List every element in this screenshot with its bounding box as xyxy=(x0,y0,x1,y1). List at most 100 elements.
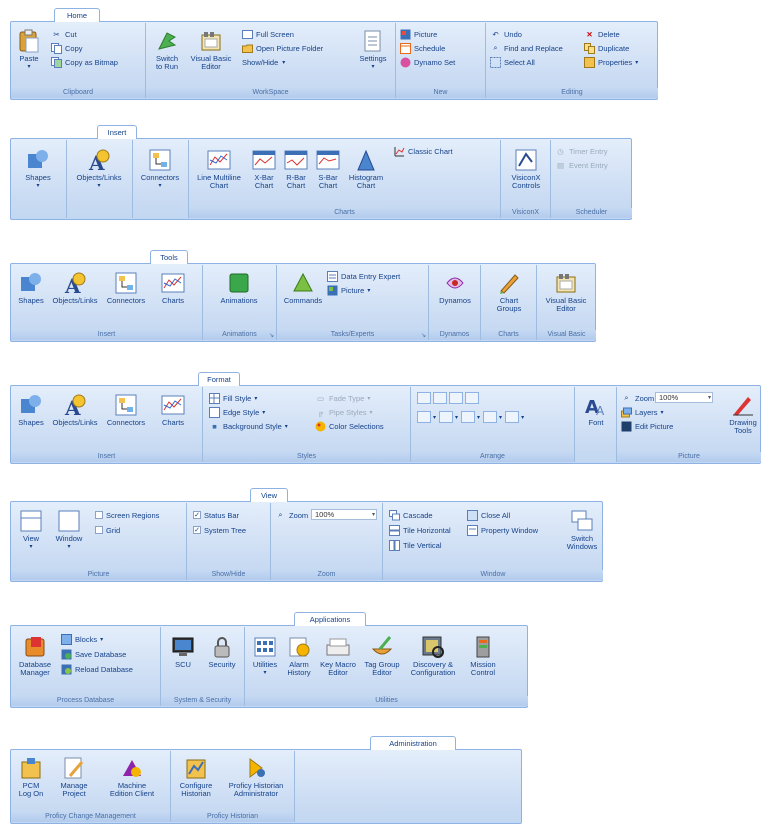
scu-button[interactable]: SCU xyxy=(167,635,199,669)
vb-editor-button[interactable]: Visual Basic Editor xyxy=(541,271,591,313)
blocks-button[interactable]: Blocks ▾ xyxy=(61,633,103,645)
new-schedule-button[interactable]: Schedule xyxy=(400,42,445,54)
objects-links-button[interactable]: A Objects/Links ▾ xyxy=(69,148,129,190)
event-entry-button[interactable]: ▤ Event Entry xyxy=(555,159,608,171)
xbar-chart-button[interactable]: X-Bar Chart xyxy=(249,148,279,190)
flip-icon[interactable] xyxy=(483,411,498,423)
tile-vertical-button[interactable]: Tile Vertical xyxy=(389,539,442,551)
tab-insert[interactable]: Insert xyxy=(97,125,137,139)
shapes-button[interactable]: Shapes xyxy=(13,271,49,305)
rbar-chart-button[interactable]: R-Bar Chart xyxy=(281,148,311,190)
layers-button[interactable]: Layers ▾ xyxy=(621,406,664,418)
proficy-historian-admin-button[interactable]: Proficy Historian Administrator xyxy=(221,756,291,798)
pipe-styles-button[interactable]: ╔ Pipe Styles ▾ xyxy=(315,406,373,418)
switch-to-run-button[interactable]: Switch to Run xyxy=(150,29,184,71)
timer-entry-button[interactable]: ◷ Timer Entry xyxy=(555,145,607,157)
histogram-chart-button[interactable]: Histogram Chart xyxy=(345,148,387,190)
full-screen-button[interactable]: Full Screen xyxy=(242,28,294,40)
ungroup-icon[interactable] xyxy=(433,392,447,404)
charts-button[interactable]: Charts xyxy=(153,393,193,427)
tile-horizontal-button[interactable]: Tile Horizontal xyxy=(389,524,451,536)
connectors-button[interactable]: Connectors xyxy=(103,393,149,427)
configure-historian-button[interactable]: Configure Historian xyxy=(173,756,219,798)
screen-regions-checkbox[interactable]: Screen Regions xyxy=(95,509,159,521)
objects-links-button[interactable]: A Objects/Links xyxy=(49,393,101,427)
save-database-button[interactable]: Save Database xyxy=(61,648,126,660)
shapes-button[interactable]: Shapes xyxy=(13,393,49,427)
visiconx-controls-button[interactable]: VisiconX Controls xyxy=(504,148,548,190)
size-icon[interactable] xyxy=(505,411,520,423)
align-icon[interactable] xyxy=(417,411,431,423)
select-all-button[interactable]: Select All xyxy=(490,56,535,68)
system-tree-checkbox[interactable]: ✓ System Tree xyxy=(193,524,246,536)
sbar-chart-button[interactable]: S-Bar Chart xyxy=(313,148,343,190)
tab-administration[interactable]: Administration xyxy=(370,736,456,750)
drawing-tools-button[interactable]: Drawing Tools xyxy=(725,393,761,435)
tab-view[interactable]: View xyxy=(250,488,288,502)
open-picture-folder-button[interactable]: Open Picture Folder xyxy=(242,42,323,54)
copy-bitmap-button[interactable]: Copy as Bitmap xyxy=(51,56,118,68)
grid-checkbox[interactable]: Grid xyxy=(95,524,120,536)
dialog-launcher-icon[interactable]: ↘ xyxy=(421,332,426,339)
find-replace-button[interactable]: ⌕ Find and Replace xyxy=(490,42,562,54)
settings-button[interactable]: Settings ▾ xyxy=(356,29,390,71)
color-selections-button[interactable]: Color Selections xyxy=(315,420,384,432)
zoom-combo[interactable]: 100% ▾ xyxy=(655,392,713,403)
zoom-button[interactable]: ⌕ Zoom xyxy=(621,392,654,404)
vb-editor-button[interactable]: Visual Basic Editor xyxy=(188,29,234,71)
data-entry-expert-button[interactable]: Data Entry Expert xyxy=(327,270,400,282)
fade-type-button[interactable]: ▭ Fade Type ▾ xyxy=(315,392,370,404)
cut-button[interactable]: ✂ Cut xyxy=(51,28,76,40)
status-bar-checkbox[interactable]: ✓ Status Bar xyxy=(193,509,239,521)
tab-format[interactable]: Format xyxy=(198,372,240,386)
connectors-button[interactable]: Connectors ▾ xyxy=(135,148,185,190)
connectors-button[interactable]: Connectors xyxy=(103,271,149,305)
duplicate-button[interactable]: Duplicate xyxy=(584,42,629,54)
edit-picture-button[interactable]: Edit Picture xyxy=(621,420,673,432)
rotate-icon[interactable] xyxy=(461,411,476,423)
key-macro-editor-button[interactable]: Key Macro Editor xyxy=(317,635,359,677)
delete-button[interactable]: ✕ Delete xyxy=(584,28,619,40)
fill-style-button[interactable]: Fill Style ▾ xyxy=(209,392,257,404)
discovery-config-button[interactable]: Discovery & Configuration xyxy=(405,635,461,677)
zoom-combo[interactable]: 100% ▾ xyxy=(311,509,377,520)
font-button[interactable]: AA Font xyxy=(579,393,613,427)
property-window-button[interactable]: Property Window xyxy=(467,524,538,536)
paste-button[interactable]: Paste ▾ xyxy=(14,29,44,71)
line-multiline-chart-button[interactable]: Line Multiline Chart xyxy=(191,148,247,190)
dynamos-button[interactable]: Dynamos xyxy=(433,271,477,305)
bring-front-icon[interactable] xyxy=(449,392,463,404)
copy-button[interactable]: Copy xyxy=(51,42,83,54)
undo-button[interactable]: ↶ Undo xyxy=(490,28,522,40)
background-style-button[interactable]: ■ Background Style ▾ xyxy=(209,420,288,432)
switch-windows-button[interactable]: Switch Windows xyxy=(563,509,601,551)
database-manager-button[interactable]: Database Manager xyxy=(13,635,57,677)
chart-groups-button[interactable]: Chart Groups xyxy=(485,271,533,313)
animations-button[interactable]: Animations xyxy=(209,271,269,305)
objects-links-button[interactable]: A Objects/Links xyxy=(49,271,101,305)
view-button[interactable]: View ▾ xyxy=(15,509,47,551)
send-back-icon[interactable] xyxy=(465,392,479,404)
window-button[interactable]: Window ▾ xyxy=(51,509,87,551)
pcm-logon-button[interactable]: PCM Log On xyxy=(13,756,49,798)
dialog-launcher-icon[interactable]: ↘ xyxy=(269,332,274,339)
picture-button[interactable]: Picture ▾ xyxy=(327,284,370,296)
space-icon[interactable] xyxy=(439,411,454,423)
machine-edition-client-button[interactable]: Machine Edition Client xyxy=(99,756,165,798)
tag-group-editor-button[interactable]: Tag Group Editor xyxy=(361,635,403,677)
tab-home[interactable]: Home xyxy=(54,8,100,22)
show-hide-button[interactable]: Show/Hide ▾ xyxy=(242,56,285,68)
manage-project-button[interactable]: Manage Project xyxy=(51,756,97,798)
edge-style-button[interactable]: Edge Style ▾ xyxy=(209,406,265,418)
new-dynamo-set-button[interactable]: Dynamo Set xyxy=(400,56,455,68)
reload-database-button[interactable]: Reload Database xyxy=(61,663,133,675)
commands-button[interactable]: Commands xyxy=(281,271,325,305)
properties-button[interactable]: Properties ▾ xyxy=(584,56,638,68)
utilities-button[interactable]: Utilities ▾ xyxy=(249,635,281,677)
security-button[interactable]: Security xyxy=(203,635,241,669)
alarm-history-button[interactable]: Alarm History xyxy=(283,635,315,677)
charts-button[interactable]: Charts xyxy=(153,271,193,305)
tab-tools[interactable]: Tools xyxy=(150,250,188,264)
classic-chart-button[interactable]: Classic Chart xyxy=(394,145,453,157)
shapes-button[interactable]: Shapes ▾ xyxy=(13,148,63,190)
